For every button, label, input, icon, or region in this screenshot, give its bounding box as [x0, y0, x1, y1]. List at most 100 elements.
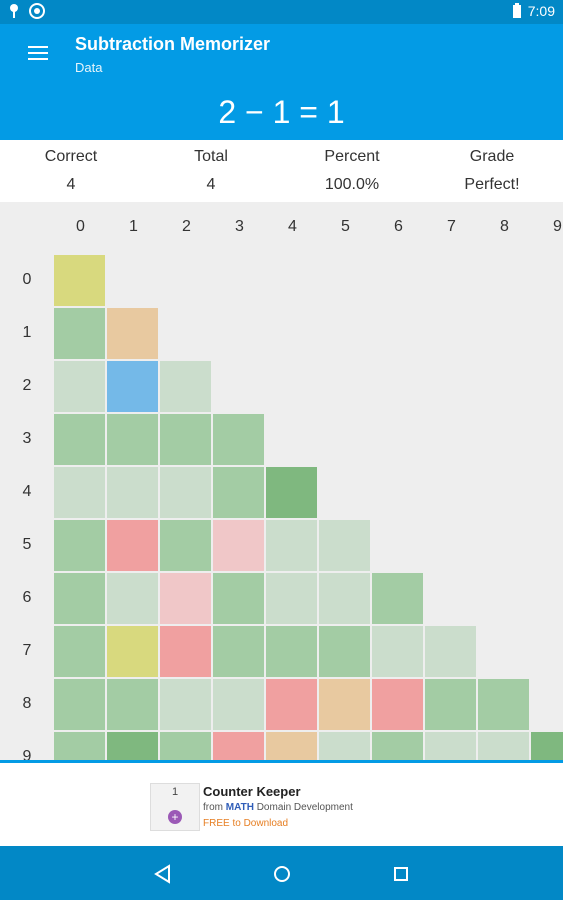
grid-cell[interactable] [478, 679, 529, 730]
grid-cell[interactable] [213, 467, 264, 518]
grid-cell[interactable] [319, 573, 370, 624]
results-grid[interactable]: 0 1 2 3 4 5 6 7 8 9 0 1 2 3 4 5 6 7 8 9 [0, 202, 563, 760]
grid-cell[interactable] [107, 467, 158, 518]
grid-cell[interactable] [213, 573, 264, 624]
app-bar: Subtraction Memorizer Data [0, 24, 563, 84]
row-header-1: 1 [22, 324, 32, 341]
row-header-5: 5 [22, 536, 32, 553]
grid-cell[interactable] [160, 626, 211, 677]
grid-cell[interactable] [372, 732, 423, 760]
ad-title[interactable]: Counter Keeper [203, 784, 301, 799]
column-header-9: 9 [553, 218, 562, 235]
stat-grade: Grade Perfect! [422, 148, 562, 194]
counter-value: 1 [171, 786, 179, 798]
grid-cell[interactable] [213, 414, 264, 465]
grid-cell[interactable] [54, 308, 105, 359]
plus-icon: + [168, 810, 182, 824]
grid-cell[interactable] [107, 573, 158, 624]
grid-cell[interactable] [107, 732, 158, 760]
grid-cell[interactable] [107, 520, 158, 571]
grid-cell[interactable] [54, 414, 105, 465]
row-header-8: 8 [22, 695, 32, 712]
stat-percent: Percent 100.0% [282, 148, 422, 194]
ad-banner[interactable]: 1 + Counter Keeper from MATH Domain Deve… [0, 760, 563, 849]
grid-cell[interactable] [107, 626, 158, 677]
column-header-5: 5 [341, 218, 350, 235]
eye-icon [29, 3, 45, 19]
row-header-3: 3 [22, 430, 32, 447]
grid-cell[interactable] [54, 732, 105, 760]
counter-app-icon[interactable]: 1 + [150, 783, 200, 831]
grid-cell[interactable] [425, 679, 476, 730]
grid-cell[interactable] [107, 679, 158, 730]
column-header-4: 4 [288, 218, 297, 235]
grid-cell[interactable] [531, 732, 563, 760]
grid-cell[interactable] [160, 732, 211, 760]
stat-value: Perfect! [464, 176, 520, 193]
grid-cell[interactable] [160, 573, 211, 624]
grid-cell[interactable] [54, 573, 105, 624]
stat-label: Correct [44, 148, 98, 165]
grid-cell[interactable] [54, 467, 105, 518]
column-header-7: 7 [447, 218, 456, 235]
grid-cell[interactable] [372, 573, 423, 624]
back-icon[interactable] [152, 863, 174, 885]
grid-cell[interactable] [160, 414, 211, 465]
grid-cell[interactable] [54, 255, 105, 306]
grid-cell[interactable] [107, 308, 158, 359]
status-time: 7:09 [527, 3, 555, 19]
recents-icon[interactable] [390, 863, 412, 885]
stat-value: 100.0% [324, 176, 380, 193]
grid-cell[interactable] [266, 467, 317, 518]
grid-cell[interactable] [213, 732, 264, 760]
grid-cell[interactable] [372, 626, 423, 677]
grid-cell[interactable] [160, 361, 211, 412]
column-header-1: 1 [129, 218, 138, 235]
grid-cell[interactable] [160, 467, 211, 518]
grid-cell[interactable] [425, 626, 476, 677]
column-header-2: 2 [182, 218, 191, 235]
stat-total: Total 4 [141, 148, 281, 194]
app-subtitle: Data [75, 60, 103, 75]
grid-cell[interactable] [266, 732, 317, 760]
location-icon [10, 4, 18, 18]
app-title: Subtraction Memorizer [75, 34, 271, 54]
column-header-6: 6 [394, 218, 403, 235]
grid-cell[interactable] [372, 679, 423, 730]
grid-cell[interactable] [266, 573, 317, 624]
grid-cell[interactable] [319, 732, 370, 760]
grid-cell[interactable] [107, 361, 158, 412]
column-header-3: 3 [235, 218, 244, 235]
ad-cta[interactable]: FREE to Download [203, 818, 288, 829]
grid-cell[interactable] [54, 626, 105, 677]
stats-panel: Correct 4 Total 4 Percent 100.0% Grade P… [0, 140, 563, 203]
row-header-7: 7 [22, 642, 32, 659]
grid-cell[interactable] [54, 361, 105, 412]
stat-label: Grade [469, 148, 515, 165]
grid-cell[interactable] [425, 732, 476, 760]
grid-cell[interactable] [160, 679, 211, 730]
grid-cell[interactable] [319, 520, 370, 571]
grid-cell[interactable] [54, 679, 105, 730]
grid-cell[interactable] [266, 679, 317, 730]
stat-value: 4 [66, 176, 76, 193]
ad-developer: from MATH Domain Development [203, 802, 353, 813]
grid-cell[interactable] [319, 626, 370, 677]
column-header-8: 8 [500, 218, 509, 235]
status-bar: 7:09 [0, 0, 563, 24]
grid-cell[interactable] [213, 626, 264, 677]
column-header-0: 0 [76, 218, 85, 235]
grid-cell[interactable] [266, 626, 317, 677]
stat-label: Percent [324, 148, 380, 165]
grid-cell[interactable] [319, 679, 370, 730]
grid-cell[interactable] [213, 520, 264, 571]
grid-cell[interactable] [213, 679, 264, 730]
home-icon[interactable] [271, 863, 293, 885]
grid-cell[interactable] [478, 732, 529, 760]
grid-cell[interactable] [266, 520, 317, 571]
stat-value: 4 [206, 176, 216, 193]
menu-icon[interactable] [28, 46, 48, 62]
grid-cell[interactable] [54, 520, 105, 571]
grid-cell[interactable] [107, 414, 158, 465]
grid-cell[interactable] [160, 520, 211, 571]
